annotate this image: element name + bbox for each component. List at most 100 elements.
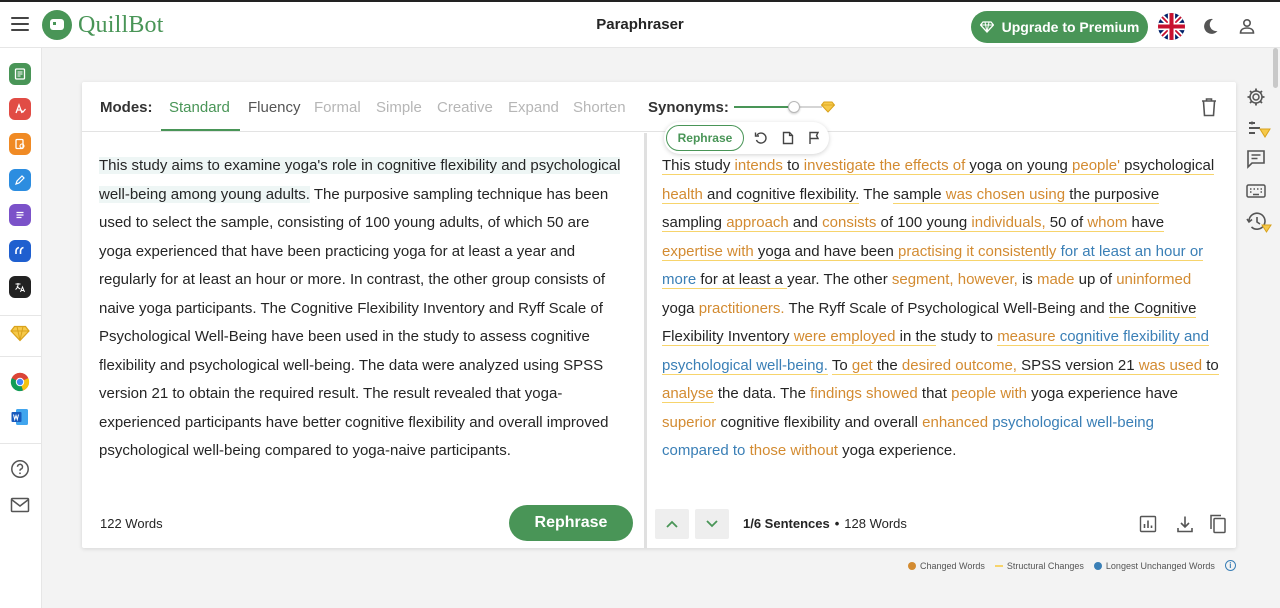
flag-icon[interactable]: [806, 130, 822, 146]
synonyms-slider-thumb[interactable]: [788, 101, 800, 113]
output-text-segment: [1056, 242, 1061, 261]
output-text-segment: that: [917, 385, 952, 402]
summarizer-nav-icon[interactable]: [9, 204, 31, 226]
output-text-segment: young: [1026, 157, 1068, 175]
mode-creative[interactable]: Creative: [437, 99, 493, 116]
plagiarism-checker-nav-icon[interactable]: [9, 133, 31, 155]
uk-flag-icon[interactable]: [1158, 13, 1185, 40]
output-text-segment: sample: [893, 185, 946, 204]
output-text-area[interactable]: This study intends to investigate the ef…: [662, 152, 1222, 466]
changed-word[interactable]: findings showed: [810, 385, 918, 402]
changed-word[interactable]: investigate the effects of: [803, 157, 966, 175]
output-text-segment: psychological: [1119, 157, 1215, 175]
changed-word[interactable]: superior: [662, 414, 716, 431]
compare-modes-icon[interactable]: [1245, 118, 1273, 140]
changed-word[interactable]: were employed: [793, 328, 896, 346]
output-text-segment: yoga experience.: [837, 442, 957, 459]
chrome-extension-nav-icon[interactable]: [9, 371, 31, 393]
legend-unchanged-words: Longest Unchanged Words: [1093, 561, 1215, 571]
changed-word[interactable]: health: [662, 185, 703, 204]
next-sentence-button[interactable]: [695, 509, 729, 539]
changed-word[interactable]: those without: [750, 442, 838, 459]
settings-gear-icon[interactable]: [1245, 86, 1267, 108]
output-text-segment: to: [782, 157, 804, 175]
mode-standard[interactable]: Standard: [169, 99, 230, 116]
paraphraser-nav-icon[interactable]: [9, 63, 31, 85]
output-text-segment: the data. The: [713, 385, 811, 402]
changed-word[interactable]: measure: [997, 328, 1056, 346]
changed-word[interactable]: practising it consistently: [898, 242, 1057, 261]
input-text-area[interactable]: This study aims to examine yoga's role i…: [99, 152, 624, 466]
citation-generator-nav-icon[interactable]: [9, 240, 31, 262]
upgrade-premium-button[interactable]: Upgrade to Premium: [971, 11, 1148, 43]
output-text-segment: yoga and have been: [753, 242, 899, 261]
changed-word[interactable]: segment, however,: [892, 271, 1018, 288]
output-text-segment: the: [872, 356, 902, 375]
output-text-segment: yoga experience have: [1027, 385, 1178, 402]
changed-word[interactable]: made: [1037, 271, 1075, 288]
changed-word[interactable]: desired outcome,: [901, 356, 1017, 375]
chevron-down-icon: [706, 520, 718, 528]
output-text-segment: yoga: [662, 299, 699, 317]
rephrase-button[interactable]: Rephrase: [509, 505, 633, 541]
copy-sentence-icon[interactable]: [780, 130, 796, 146]
copy-icon[interactable]: [1207, 513, 1229, 535]
mode-simple[interactable]: Simple: [376, 99, 422, 116]
output-text-segment: up of: [1074, 271, 1117, 288]
changed-word[interactable]: analyse: [662, 385, 714, 403]
changed-word[interactable]: people with: [951, 385, 1027, 402]
mode-fluency[interactable]: Fluency: [248, 99, 301, 116]
dark-mode-icon[interactable]: [1199, 15, 1221, 37]
changed-word[interactable]: individuals,: [971, 214, 1046, 232]
previous-sentence-button[interactable]: [655, 509, 689, 539]
changed-word[interactable]: whom: [1087, 214, 1128, 232]
changed-word[interactable]: get: [851, 356, 873, 375]
keyboard-shortcuts-icon[interactable]: [1245, 180, 1267, 202]
account-icon[interactable]: [1236, 15, 1258, 37]
changed-word[interactable]: was chosen using: [945, 185, 1066, 204]
mail-icon[interactable]: [9, 494, 31, 516]
mode-formal[interactable]: Formal: [314, 99, 361, 116]
output-text-segment: is: [1017, 271, 1037, 288]
statistics-chart-icon[interactable]: [1137, 513, 1159, 535]
changed-word[interactable]: approach: [726, 214, 789, 232]
diamond-icon: [979, 21, 994, 33]
logo[interactable]: QuillBot: [42, 10, 164, 40]
changed-word[interactable]: consists: [822, 214, 877, 232]
changed-word[interactable]: expertise with: [662, 242, 754, 261]
page-scrollbar[interactable]: [1273, 48, 1278, 88]
grammar-checker-nav-icon[interactable]: [9, 98, 31, 120]
mode-expand[interactable]: Expand: [508, 99, 559, 116]
legend-structural-label: Structural Changes: [1006, 560, 1084, 571]
word-addin-nav-icon[interactable]: [9, 406, 31, 428]
delete-trash-icon[interactable]: [1201, 97, 1217, 122]
translator-nav-icon[interactable]: [9, 276, 31, 298]
popup-rephrase-button[interactable]: Rephrase: [666, 125, 744, 151]
premium-diamond-nav-icon[interactable]: [9, 322, 31, 344]
ai-writer-nav-icon[interactable]: [9, 169, 31, 191]
stats-separator: •: [834, 516, 840, 531]
output-word-count: 128 Words: [844, 516, 907, 531]
output-stats: 1/6 Sentences • 128 Words: [743, 516, 907, 531]
download-icon[interactable]: [1174, 513, 1196, 535]
synonyms-slider[interactable]: [734, 106, 822, 108]
info-icon[interactable]: i: [1224, 560, 1236, 571]
changed-word[interactable]: practitioners.: [699, 300, 785, 317]
pane-divider[interactable]: [644, 133, 647, 548]
feedback-comment-icon[interactable]: [1245, 148, 1267, 170]
history-icon[interactable]: [1245, 211, 1273, 233]
changed-word[interactable]: uninformed: [1116, 271, 1191, 288]
premium-diamond-icon[interactable]: [820, 100, 836, 118]
changed-word[interactable]: enhanced: [922, 414, 988, 431]
undo-icon[interactable]: [753, 130, 769, 146]
chevron-up-icon: [666, 520, 678, 528]
hamburger-menu-icon[interactable]: [11, 17, 29, 31]
output-text-segment: cognitive flexibility and overall: [716, 413, 923, 431]
changed-word[interactable]: was used: [1138, 356, 1203, 375]
mode-shorten[interactable]: Shorten: [573, 99, 626, 116]
changed-word[interactable]: intends: [734, 157, 783, 175]
help-icon[interactable]: [9, 458, 31, 480]
output-text-segment: have: [1127, 214, 1165, 232]
output-text-segment: The other: [823, 271, 892, 288]
changed-word[interactable]: people': [1072, 157, 1120, 175]
